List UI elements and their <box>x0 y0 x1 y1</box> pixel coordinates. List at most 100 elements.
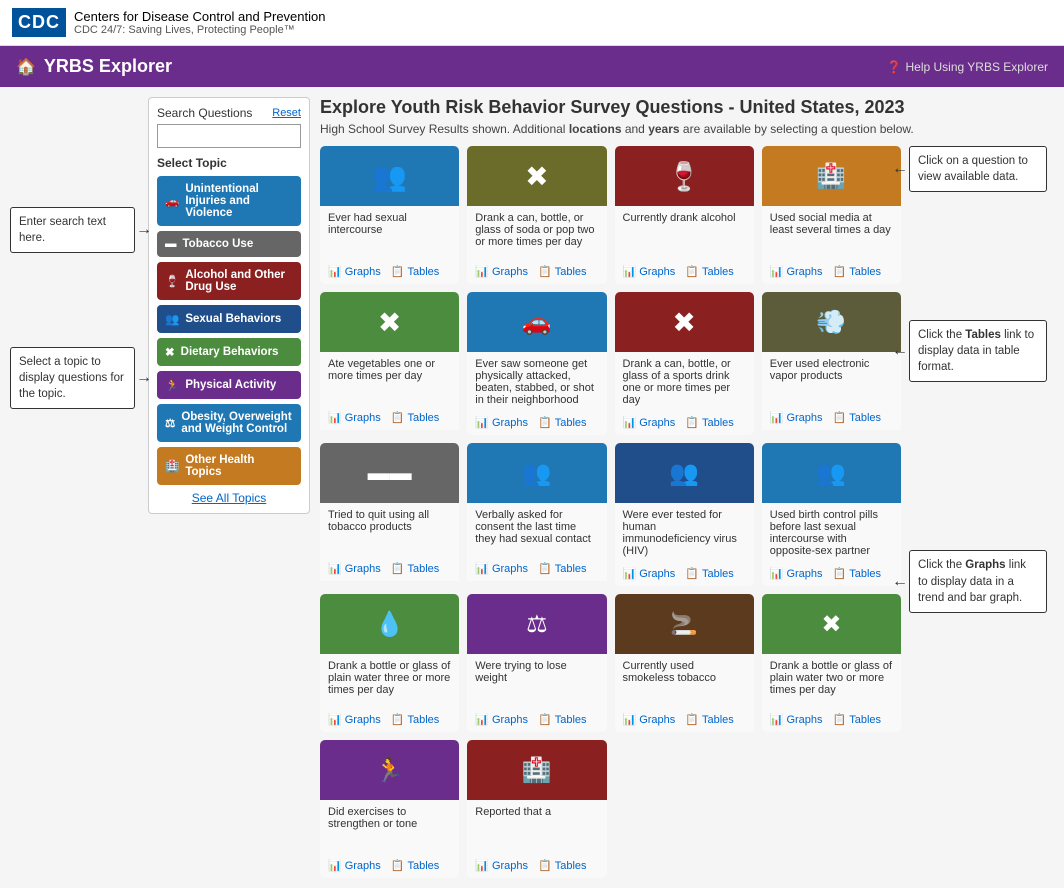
sidebar: Search Questions Reset Select Topic 🚗 Un… <box>148 97 310 514</box>
card-4-icon: ✖ <box>378 306 401 339</box>
card-17-tables[interactable]: 📋 Tables <box>538 859 587 872</box>
card-4-tables[interactable]: 📋 Tables <box>391 411 440 424</box>
card-13[interactable]: ⚖ Were trying to lose weight 📊 Graphs 📋 … <box>467 594 606 732</box>
card-9-graphs[interactable]: 📊 Graphs <box>475 562 528 575</box>
card-6-text: Drank a can, bottle, or glass of a sport… <box>623 358 731 406</box>
card-5-icon: 🚗 <box>522 308 552 337</box>
card-7-tables[interactable]: 📋 Tables <box>833 411 882 424</box>
card-12[interactable]: 💧 Drank a bottle or glass of plain water… <box>320 594 459 732</box>
card-17[interactable]: 🏥 Reported that a 📊 Graphs 📋 Tables <box>467 740 606 878</box>
card-1-graphs[interactable]: 📊 Graphs <box>475 265 528 278</box>
topic-btn-other[interactable]: 🏥 Other Health Topics <box>157 447 301 485</box>
physical-label: Physical Activity <box>185 379 276 391</box>
card-11[interactable]: 👥 Used birth control pills before last s… <box>762 443 901 586</box>
card-4[interactable]: ✖ Ate vegetables one or more times per d… <box>320 292 459 435</box>
tobacco-label: Tobacco Use <box>183 238 254 250</box>
sexual-label: Sexual Behaviors <box>185 313 281 325</box>
topic-btn-tobacco[interactable]: ▬ Tobacco Use <box>157 231 301 257</box>
card-1-icon: ✖ <box>525 160 548 193</box>
cdc-org-name: Centers for Disease Control and Preventi… <box>74 9 325 24</box>
cdc-header: CDC Centers for Disease Control and Prev… <box>0 0 1064 46</box>
topic-btn-physical[interactable]: 🏃 Physical Activity <box>157 371 301 399</box>
topic-btn-dietary[interactable]: ✖ Dietary Behaviors <box>157 338 301 366</box>
card-14-tables[interactable]: 📋 Tables <box>685 713 734 726</box>
card-8-graphs[interactable]: 📊 Graphs <box>328 562 381 575</box>
content-title: Explore Youth Risk Behavior Survey Quest… <box>320 97 1054 118</box>
card-9[interactable]: 👥 Verbally asked for consent the last ti… <box>467 443 606 586</box>
card-6-graphs[interactable]: 📊 Graphs <box>623 416 676 429</box>
card-2-graphs[interactable]: 📊 Graphs <box>623 265 676 278</box>
card-0-icon: 👥 <box>372 160 407 193</box>
card-15[interactable]: ✖ Drank a bottle or glass of plain water… <box>762 594 901 732</box>
card-11-graphs[interactable]: 📊 Graphs <box>770 567 823 580</box>
card-1-tables[interactable]: 📋 Tables <box>538 265 587 278</box>
card-17-graphs[interactable]: 📊 Graphs <box>475 859 528 872</box>
card-15-tables[interactable]: 📋 Tables <box>833 713 882 726</box>
card-12-graphs[interactable]: 📊 Graphs <box>328 713 381 726</box>
card-14-graphs[interactable]: 📊 Graphs <box>623 713 676 726</box>
unintentional-label: Unintentional Injuries and Violence <box>185 183 293 219</box>
card-3-graphs[interactable]: 📊 Graphs <box>770 265 823 278</box>
card-5[interactable]: 🚗 Ever saw someone get physically attack… <box>467 292 606 435</box>
card-0-tables[interactable]: 📋 Tables <box>391 265 440 278</box>
card-0-graphs[interactable]: 📊 Graphs <box>328 265 381 278</box>
card-7[interactable]: 💨 Ever used electronic vapor products 📊 … <box>762 292 901 435</box>
card-16-tables[interactable]: 📋 Tables <box>391 859 440 872</box>
card-5-tables[interactable]: 📋 Tables <box>538 416 587 429</box>
card-9-text: Verbally asked for consent the last time… <box>475 509 591 545</box>
card-12-tables[interactable]: 📋 Tables <box>391 713 440 726</box>
annotation-graphs-pre: Click the <box>918 559 965 571</box>
card-5-graphs[interactable]: 📊 Graphs <box>475 416 528 429</box>
card-10-graphs[interactable]: 📊 Graphs <box>623 567 676 580</box>
card-6[interactable]: ✖ Drank a can, bottle, or glass of a spo… <box>615 292 754 435</box>
card-15-graphs[interactable]: 📊 Graphs <box>770 713 823 726</box>
help-link[interactable]: ❓ Help Using YRBS Explorer <box>887 60 1048 74</box>
cards-grid: 👥 Ever had sexual intercourse 📊 Graphs 📋… <box>320 146 901 878</box>
dietary-label: Dietary Behaviors <box>181 346 279 358</box>
annotation-click-question: Click on a question to view available da… <box>909 146 1047 192</box>
card-6-tables[interactable]: 📋 Tables <box>685 416 734 429</box>
topic-btn-sexual[interactable]: 👥 Sexual Behaviors <box>157 305 301 333</box>
topic-btn-obesity[interactable]: ⚖ Obesity, Overweight and Weight Control <box>157 404 301 442</box>
card-8[interactable]: ▬▬ Tried to quit using all tobacco produ… <box>320 443 459 586</box>
card-13-icon: ⚖ <box>526 610 548 639</box>
card-2-tables[interactable]: 📋 Tables <box>685 265 734 278</box>
annotation-search-text: Enter search text here. <box>19 216 106 244</box>
card-13-tables[interactable]: 📋 Tables <box>538 713 587 726</box>
see-all-link[interactable]: See All Topics <box>157 491 301 505</box>
nav-title: 🏠 YRBS Explorer <box>16 56 172 77</box>
card-10-tables[interactable]: 📋 Tables <box>685 567 734 580</box>
unintentional-icon: 🚗 <box>165 194 179 208</box>
card-7-graphs[interactable]: 📊 Graphs <box>770 411 823 424</box>
card-1[interactable]: ✖ Drank a can, bottle, or glass of soda … <box>467 146 606 284</box>
annotation-search: Enter search text here. → <box>10 207 135 253</box>
card-13-graphs[interactable]: 📊 Graphs <box>475 713 528 726</box>
card-4-graphs[interactable]: 📊 Graphs <box>328 411 381 424</box>
card-15-icon: ✖ <box>821 610 841 639</box>
card-14-text: Currently used smokeless tobacco <box>623 660 717 684</box>
card-14-icon: 🚬 <box>670 611 697 637</box>
home-icon: 🏠 <box>16 57 36 77</box>
topic-btn-unintentional[interactable]: 🚗 Unintentional Injuries and Violence <box>157 176 301 226</box>
card-3-tables[interactable]: 📋 Tables <box>833 265 882 278</box>
tobacco-icon: ▬ <box>165 238 177 250</box>
help-label: Help Using YRBS Explorer <box>905 60 1048 74</box>
card-3[interactable]: 🏥 Used social media at least several tim… <box>762 146 901 284</box>
card-8-tables[interactable]: 📋 Tables <box>391 562 440 575</box>
card-2-icon: 🍷 <box>667 160 702 193</box>
card-8-text: Tried to quit using all tobacco products <box>328 509 429 533</box>
card-11-tables[interactable]: 📋 Tables <box>833 567 882 580</box>
reset-link[interactable]: Reset <box>272 107 301 119</box>
card-16-graphs[interactable]: 📊 Graphs <box>328 859 381 872</box>
card-3-text: Used social media at least several times… <box>770 212 891 236</box>
card-14[interactable]: 🚬 Currently used smokeless tobacco 📊 Gra… <box>615 594 754 732</box>
topic-btn-alcohol[interactable]: 🍷 Alcohol and Other Drug Use <box>157 262 301 300</box>
navbar: 🏠 YRBS Explorer ❓ Help Using YRBS Explor… <box>0 46 1064 87</box>
card-10[interactable]: 👥 Were ever tested for human immunodefic… <box>615 443 754 586</box>
card-16[interactable]: 🏃 Did exercises to strengthen or tone 📊 … <box>320 740 459 878</box>
card-2[interactable]: 🍷 Currently drank alcohol 📊 Graphs 📋 Tab… <box>615 146 754 284</box>
select-topic-label: Select Topic <box>157 156 301 170</box>
search-input[interactable] <box>157 124 301 148</box>
card-0[interactable]: 👥 Ever had sexual intercourse 📊 Graphs 📋… <box>320 146 459 284</box>
card-9-tables[interactable]: 📋 Tables <box>538 562 587 575</box>
